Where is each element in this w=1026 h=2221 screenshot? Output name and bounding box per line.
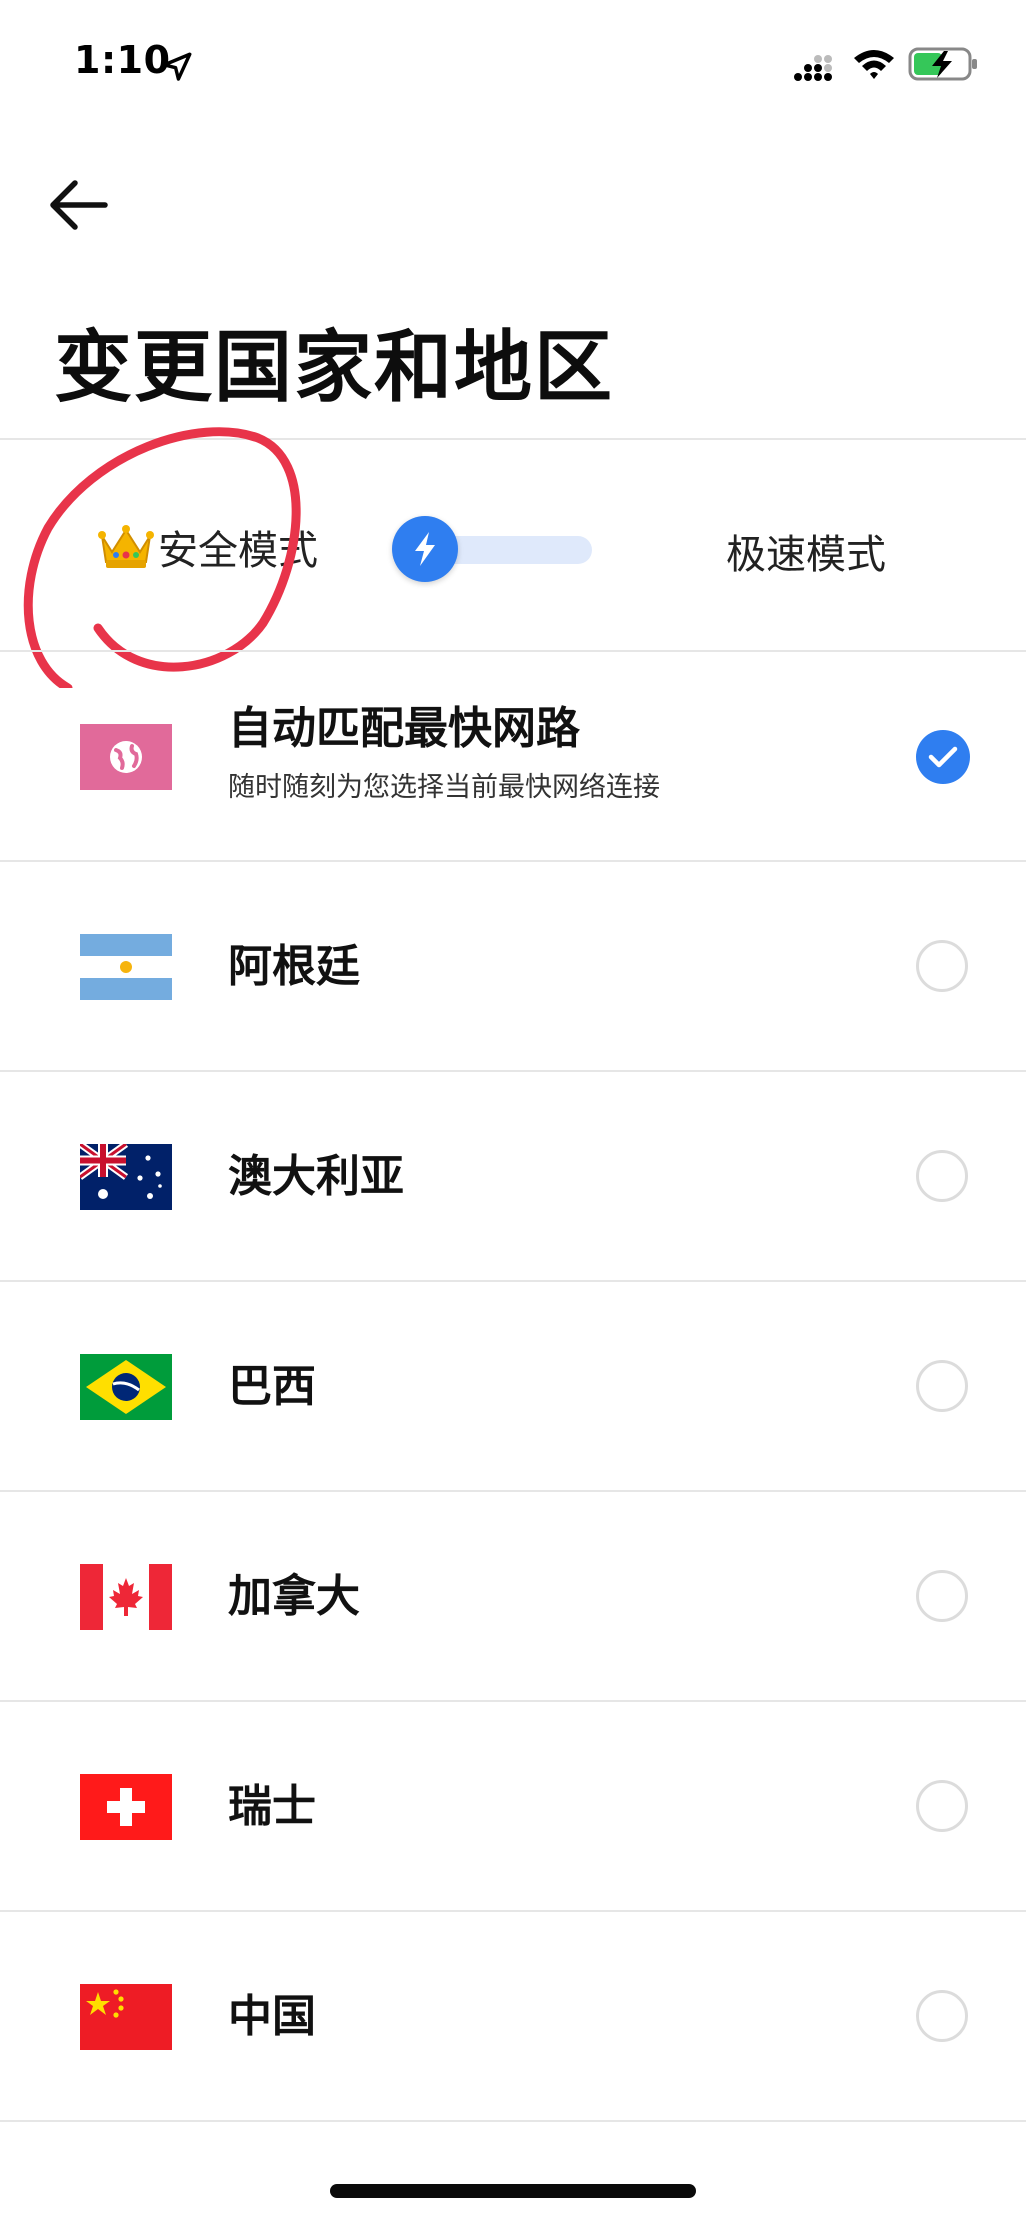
lightning-bolt-icon: [415, 532, 435, 566]
location-arrow-icon: [162, 52, 192, 81]
fast-mode-option[interactable]: 极速模式: [726, 522, 886, 580]
radio-unchecked[interactable]: [916, 1150, 968, 1202]
checkmark-icon: [928, 746, 958, 768]
argentina-flag-icon: [80, 934, 172, 1000]
radio-unchecked[interactable]: [916, 1780, 968, 1832]
radio-unchecked[interactable]: [916, 1360, 968, 1412]
region-label: 瑞士: [228, 1781, 316, 1832]
canada-flag-icon: [80, 1564, 172, 1630]
cellular-signal-icon: [794, 55, 832, 81]
list-item-brazil[interactable]: 巴西: [0, 1282, 1026, 1492]
list-item-china[interactable]: 中国: [0, 1912, 1026, 2122]
australia-flag-icon: [80, 1144, 172, 1210]
region-label: 加拿大: [228, 1571, 360, 1622]
battery-charging-icon: [908, 47, 977, 81]
wifi-icon: [854, 50, 894, 79]
safe-mode-label: 安全模式: [158, 528, 318, 574]
list-item-australia[interactable]: 澳大利亚: [0, 1072, 1026, 1282]
region-list: 自动匹配最快网路 随时随刻为您选择当前最快网络连接 阿根廷 澳大利亚 巴西 加拿…: [0, 652, 1026, 2122]
safe-mode-option[interactable]: 安全模式: [98, 518, 318, 576]
radio-unchecked[interactable]: [916, 1570, 968, 1622]
region-label: 自动匹配最快网路: [228, 703, 580, 754]
list-item-argentina[interactable]: 阿根廷: [0, 862, 1026, 1072]
mode-switch: 安全模式 极速模式: [0, 440, 1026, 652]
mode-toggle[interactable]: [392, 516, 602, 582]
china-flag-icon: [80, 1984, 172, 2050]
region-label: 巴西: [228, 1361, 316, 1412]
radio-checked[interactable]: [916, 730, 970, 784]
radio-unchecked[interactable]: [916, 940, 968, 992]
arrow-left-icon: [50, 180, 108, 230]
home-indicator: [330, 2184, 696, 2198]
switzerland-flag-icon: [80, 1774, 172, 1840]
region-subtitle: 随时随刻为您选择当前最快网络连接: [228, 772, 660, 803]
crown-icon: [98, 525, 154, 568]
region-label: 阿根廷: [228, 941, 360, 992]
list-item-auto-match[interactable]: 自动匹配最快网路 随时随刻为您选择当前最快网络连接: [0, 652, 1026, 862]
list-item-canada[interactable]: 加拿大: [0, 1492, 1026, 1702]
brazil-flag-icon: [80, 1354, 172, 1420]
page-title: 变更国家和地区: [54, 323, 615, 413]
toggle-knob: [392, 516, 458, 582]
back-button[interactable]: [44, 170, 114, 240]
region-label: 澳大利亚: [228, 1151, 404, 1202]
list-item-switzerland[interactable]: 瑞士: [0, 1702, 1026, 1912]
radio-unchecked[interactable]: [916, 1990, 968, 2042]
status-time: 1:10: [74, 38, 171, 82]
globe-icon: [80, 724, 172, 790]
region-label: 中国: [228, 1991, 316, 2042]
status-bar: 1:10: [0, 0, 1026, 130]
